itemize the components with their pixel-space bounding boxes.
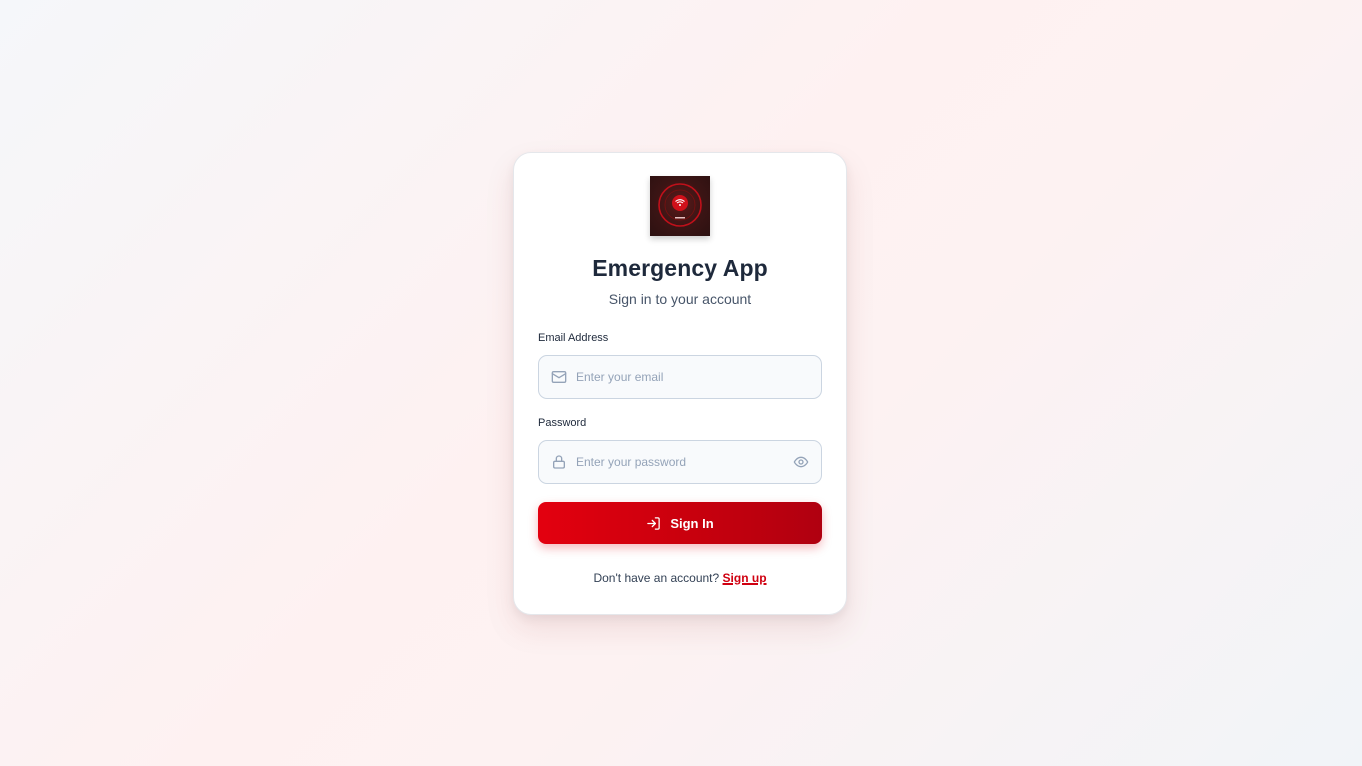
password-label: Password bbox=[538, 417, 587, 429]
sign-up-link[interactable]: Sign up bbox=[723, 571, 767, 585]
password-field-wrapper[interactable] bbox=[538, 440, 822, 484]
app-logo bbox=[650, 176, 710, 236]
mail-icon bbox=[551, 369, 567, 385]
signup-prompt-text: Don't have an account? bbox=[593, 571, 720, 585]
sign-in-label: Sign In bbox=[670, 515, 714, 531]
password-input[interactable] bbox=[576, 455, 787, 469]
signup-prompt: Don't have an account? Sign up bbox=[538, 571, 822, 585]
lock-icon bbox=[551, 454, 567, 470]
email-field-wrapper[interactable] bbox=[538, 355, 822, 399]
sign-in-button[interactable]: Sign In bbox=[538, 502, 822, 544]
sign-in-icon bbox=[646, 516, 661, 531]
app-title: Emergency App bbox=[592, 255, 768, 281]
email-input[interactable] bbox=[576, 370, 809, 384]
email-label: Email Address bbox=[538, 332, 609, 344]
emergency-wifi-logo-icon bbox=[658, 183, 702, 227]
page-subtitle: Sign in to your account bbox=[608, 291, 752, 307]
login-card: Emergency App Sign in to your account Em… bbox=[513, 152, 847, 615]
eye-icon[interactable] bbox=[793, 454, 809, 470]
